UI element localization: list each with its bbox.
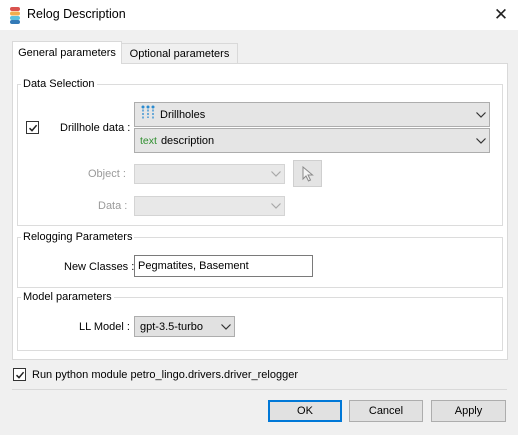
ll-model-combo[interactable]: gpt-3.5-turbo <box>134 316 235 337</box>
ok-button[interactable]: OK <box>268 400 342 422</box>
data-combo[interactable] <box>134 196 285 216</box>
object-combo[interactable] <box>134 164 285 184</box>
tab-general-parameters[interactable]: General parameters <box>12 41 122 64</box>
new-classes-value: Pegmatites, Basement <box>138 260 249 272</box>
chevron-down-icon <box>268 197 284 215</box>
drillhole-data-label: Drillhole data : <box>60 122 131 134</box>
field-combo-value: description <box>160 134 215 147</box>
close-icon: ✕ <box>493 5 509 24</box>
field-combo[interactable]: text description <box>134 128 490 153</box>
model-parameters-title: Model parameters <box>21 291 114 303</box>
drillhole-combo-value: Drillholes <box>160 108 206 121</box>
ok-button-label: OK <box>297 405 313 417</box>
chevron-down-icon <box>473 129 489 152</box>
close-button[interactable]: ✕ <box>489 3 513 27</box>
chevron-down-icon <box>218 317 234 336</box>
run-python-label: Run python module petro_lingo.drivers.dr… <box>32 369 298 381</box>
window-title: Relog Description <box>27 7 126 21</box>
apply-button[interactable]: Apply <box>431 400 506 422</box>
data-label: Data : <box>98 200 128 212</box>
apply-button-label: Apply <box>454 405 483 417</box>
chevron-down-icon <box>473 103 489 126</box>
data-selection-title: Data Selection <box>21 78 97 90</box>
title-bar: Relog Description ✕ <box>0 0 518 30</box>
object-picker-button[interactable] <box>293 160 322 187</box>
ll-model-label: LL Model : <box>79 321 130 333</box>
tab-optional-parameters[interactable]: Optional parameters <box>121 43 238 64</box>
footer-divider <box>12 389 507 390</box>
cancel-button[interactable]: Cancel <box>349 400 423 422</box>
tab-label: General parameters <box>18 47 116 59</box>
cancel-button-label: Cancel <box>368 405 404 417</box>
text-field-icon: text <box>140 134 157 147</box>
relogging-parameters-title: Relogging Parameters <box>21 231 135 243</box>
drillhole-combo[interactable]: Drillholes <box>134 102 490 127</box>
chevron-down-icon <box>268 165 284 183</box>
cursor-arrow-icon <box>302 165 314 182</box>
new-classes-label: New Classes : <box>64 261 135 273</box>
checkmark-icon <box>15 371 24 379</box>
database-icon <box>9 7 21 24</box>
run-python-checkbox[interactable] <box>13 368 26 381</box>
ll-model-value: gpt-3.5-turbo <box>140 320 203 333</box>
checkmark-icon <box>28 124 37 132</box>
tab-label: Optional parameters <box>129 48 230 60</box>
drillhole-checkbox[interactable] <box>26 121 39 134</box>
drillholes-icon <box>140 105 156 124</box>
new-classes-input[interactable]: Pegmatites, Basement <box>134 255 313 277</box>
object-label: Object : <box>88 168 126 180</box>
